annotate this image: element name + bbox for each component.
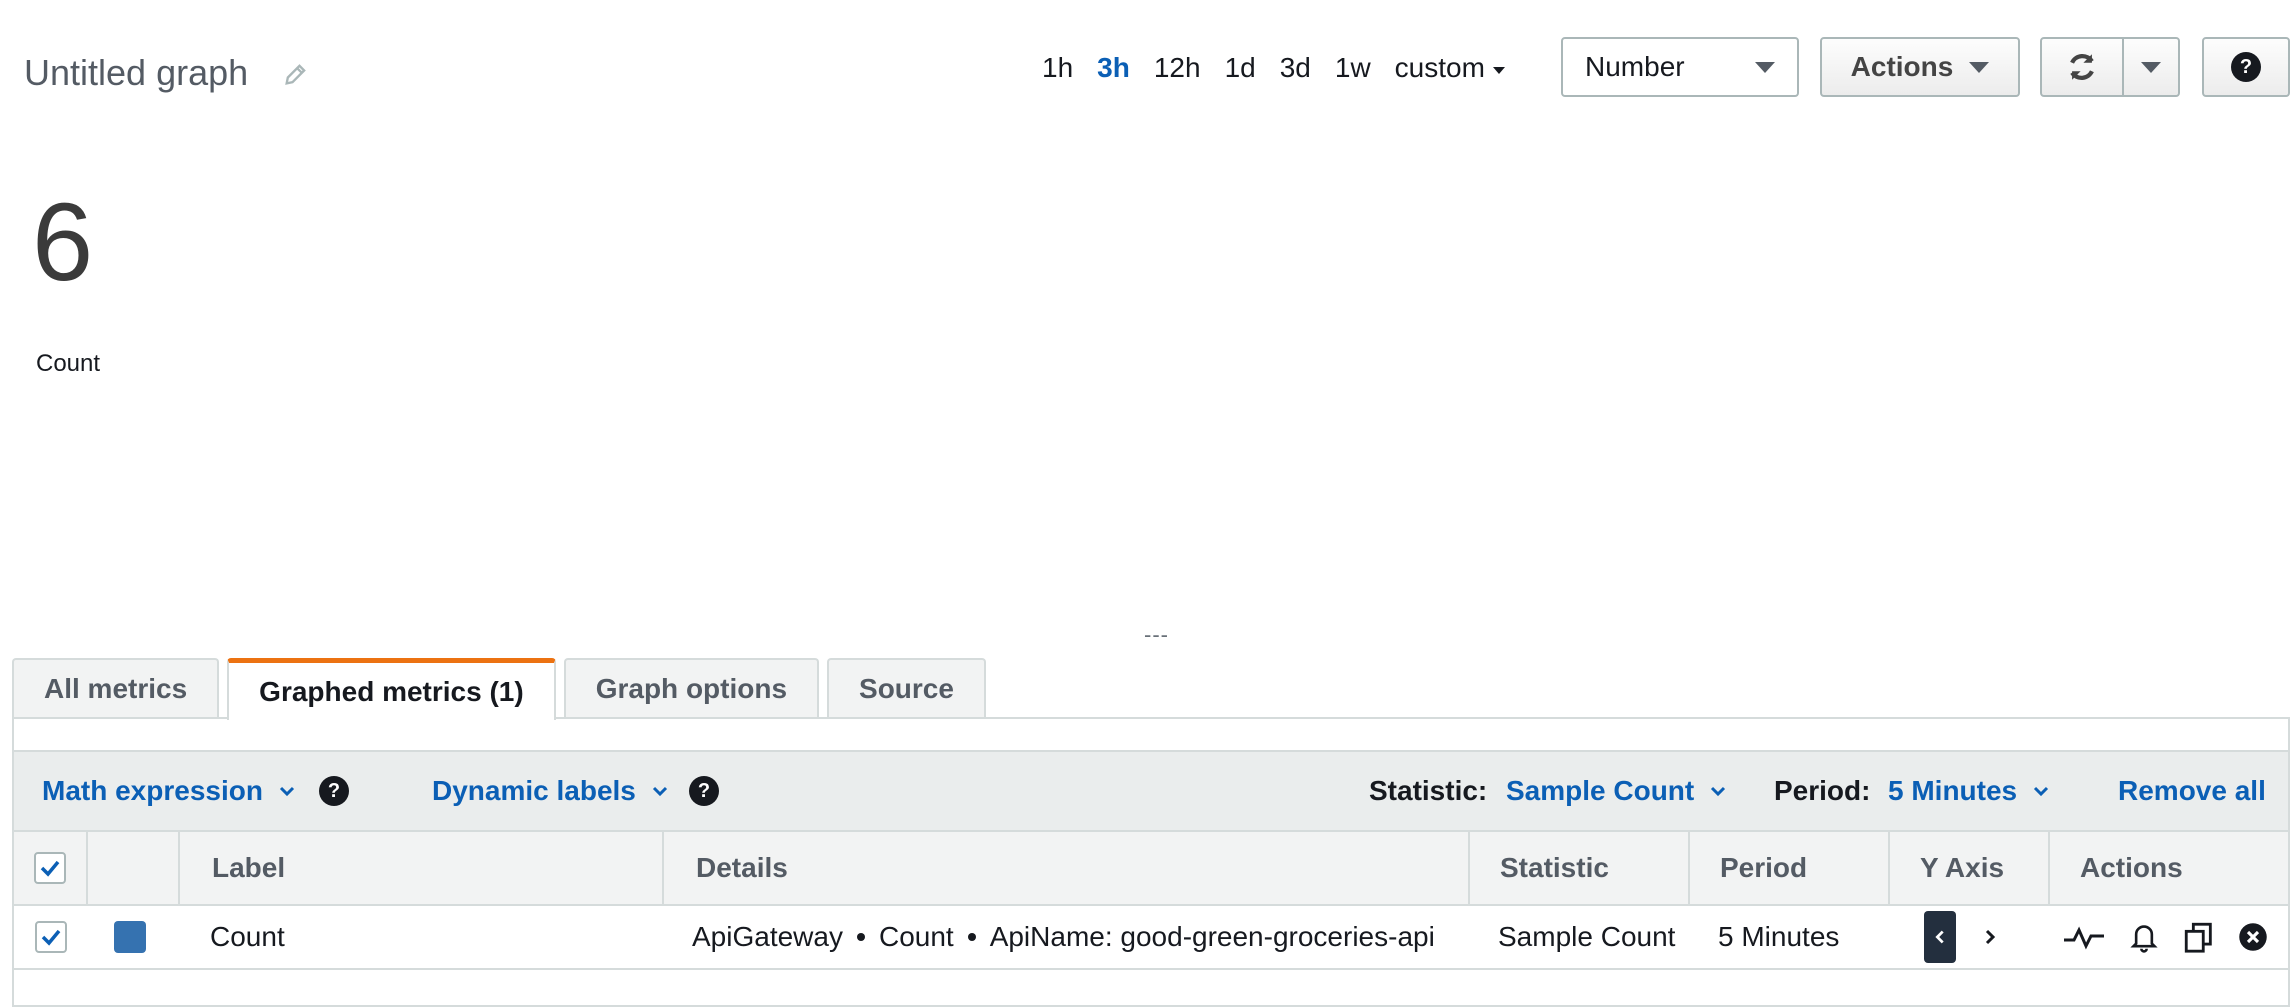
chevron-down-icon (279, 786, 295, 797)
color-column-header (88, 832, 180, 904)
range-1w[interactable]: 1w (1323, 50, 1383, 86)
column-y-axis-text: Y Axis (1920, 852, 2005, 883)
column-y-axis: Y Axis (1890, 832, 2050, 904)
dynamic-labels-dropdown[interactable]: Dynamic labels (432, 775, 670, 807)
bell-alarm-icon[interactable] (2128, 920, 2160, 954)
range-custom-label: custom (1394, 52, 1485, 83)
actions-label: Actions (1850, 51, 1954, 82)
metric-value: 6 (32, 181, 94, 304)
checkmark-icon (41, 929, 61, 946)
series-color-swatch[interactable] (114, 921, 146, 953)
refresh-button[interactable] (2042, 39, 2124, 95)
range-custom[interactable]: custom (1383, 50, 1517, 86)
column-label-text: Label (212, 852, 286, 883)
separator-dot (967, 933, 976, 941)
detail-namespace: ApiGateway (692, 921, 843, 952)
remove-all-button[interactable]: Remove all (2118, 775, 2266, 807)
column-details-text: Details (696, 852, 788, 883)
graph-line-icon[interactable] (2062, 922, 2106, 952)
separator-dot (856, 933, 865, 941)
checkmark-icon (40, 860, 60, 877)
metrics-tabs: All metrics Graphed metrics (1) Graph op… (12, 658, 986, 720)
help-button[interactable]: ? (2202, 37, 2290, 97)
time-range-selector: 1h 3h 12h 1d 3d 1w custom (1030, 50, 1517, 86)
table-row: Count ApiGateway Count ApiName: good-gre… (14, 906, 2288, 970)
refresh-button-group (2040, 37, 2180, 97)
actions-button[interactable]: Actions (1820, 37, 2020, 97)
view-type-value: Number (1585, 51, 1685, 82)
resize-handle[interactable]: --- (1144, 622, 1169, 648)
graphed-metrics-toolbar: Math expression ? Dynamic labels ? Stati… (14, 750, 2288, 830)
range-1h[interactable]: 1h (1030, 50, 1085, 86)
caret-down-icon (1969, 61, 1990, 73)
graph-title: Untitled graph (24, 52, 249, 93)
chevron-down-icon (1711, 786, 1726, 797)
caret-down-icon (1492, 66, 1505, 74)
tab-graphed-metrics[interactable]: Graphed metrics (1) (227, 658, 556, 720)
statistic-value: Sample Count (1506, 775, 1695, 806)
range-1d[interactable]: 1d (1213, 50, 1268, 86)
pencil-edit-icon[interactable] (282, 60, 310, 88)
math-expression-label: Math expression (42, 775, 263, 806)
row-y-axis-cell (1924, 906, 2044, 968)
row-actions-cell (2050, 906, 2288, 968)
refresh-icon (2069, 54, 2094, 80)
metric-value-label: Count (36, 350, 101, 377)
select-all-cell (14, 832, 88, 904)
column-statistic: Statistic (1470, 832, 1690, 904)
period-value: 5 Minutes (1888, 775, 2018, 806)
row-checkbox[interactable] (35, 921, 67, 953)
column-period-text: Period (1720, 852, 1808, 883)
chevron-left-icon (1935, 930, 1944, 944)
caret-down-icon (1755, 61, 1775, 73)
math-expression-help-icon[interactable]: ? (319, 776, 349, 806)
remove-circle-icon[interactable] (2238, 922, 2268, 952)
view-type-select[interactable]: Number (1561, 37, 1799, 97)
dynamic-labels-help-icon[interactable]: ? (689, 776, 719, 806)
statistic-label: Statistic: (1369, 775, 1488, 806)
refresh-interval-dropdown[interactable] (2124, 39, 2178, 95)
y-axis-left-button[interactable] (1924, 911, 1956, 963)
statistic-dropdown[interactable]: Sample Count (1506, 775, 1728, 807)
dynamic-labels-label: Dynamic labels (432, 775, 636, 806)
period-dropdown[interactable]: 5 Minutes (1888, 775, 2051, 807)
range-12h[interactable]: 12h (1142, 50, 1213, 86)
range-3h[interactable]: 3h (1085, 50, 1142, 86)
row-details-cell: ApiGateway Count ApiName: good-green-gro… (692, 906, 1470, 968)
column-label: Label (180, 832, 664, 904)
tab-all-metrics[interactable]: All metrics (12, 658, 220, 718)
row-period: 5 Minutes (1718, 921, 1840, 952)
row-label: Count (210, 921, 285, 952)
caret-down-icon (2140, 61, 2161, 73)
period-label: Period: (1774, 775, 1871, 806)
row-period-cell[interactable]: 5 Minutes (1718, 906, 1890, 968)
column-details: Details (664, 832, 1470, 904)
tab-graph-options[interactable]: Graph options (563, 658, 820, 718)
math-expression-dropdown[interactable]: Math expression (42, 775, 297, 807)
metrics-table-header: Label Details Statistic Period Y Axis Ac… (14, 830, 2288, 906)
row-statistic: Sample Count (1498, 921, 1676, 952)
column-statistic-text: Statistic (1500, 852, 1609, 883)
column-actions-text: Actions (2080, 852, 2183, 883)
row-statistic-cell[interactable]: Sample Count (1498, 906, 1690, 968)
row-select-cell (14, 906, 88, 968)
column-actions: Actions (2050, 832, 2288, 904)
detail-dimension: ApiName: good-green-groceries-api (989, 921, 1435, 952)
detail-metric: Count (878, 921, 954, 952)
select-all-checkbox[interactable] (34, 852, 66, 884)
row-label-cell[interactable]: Count (210, 906, 664, 968)
column-period: Period (1690, 832, 1890, 904)
range-3d[interactable]: 3d (1268, 50, 1323, 86)
row-color-cell (114, 906, 154, 968)
tab-source[interactable]: Source (827, 658, 986, 718)
chevron-down-icon (652, 786, 667, 797)
help-icon: ? (2231, 52, 2261, 82)
chevron-right-icon[interactable] (1980, 927, 2000, 947)
duplicate-icon[interactable] (2182, 920, 2216, 954)
chevron-down-icon (2034, 786, 2049, 797)
